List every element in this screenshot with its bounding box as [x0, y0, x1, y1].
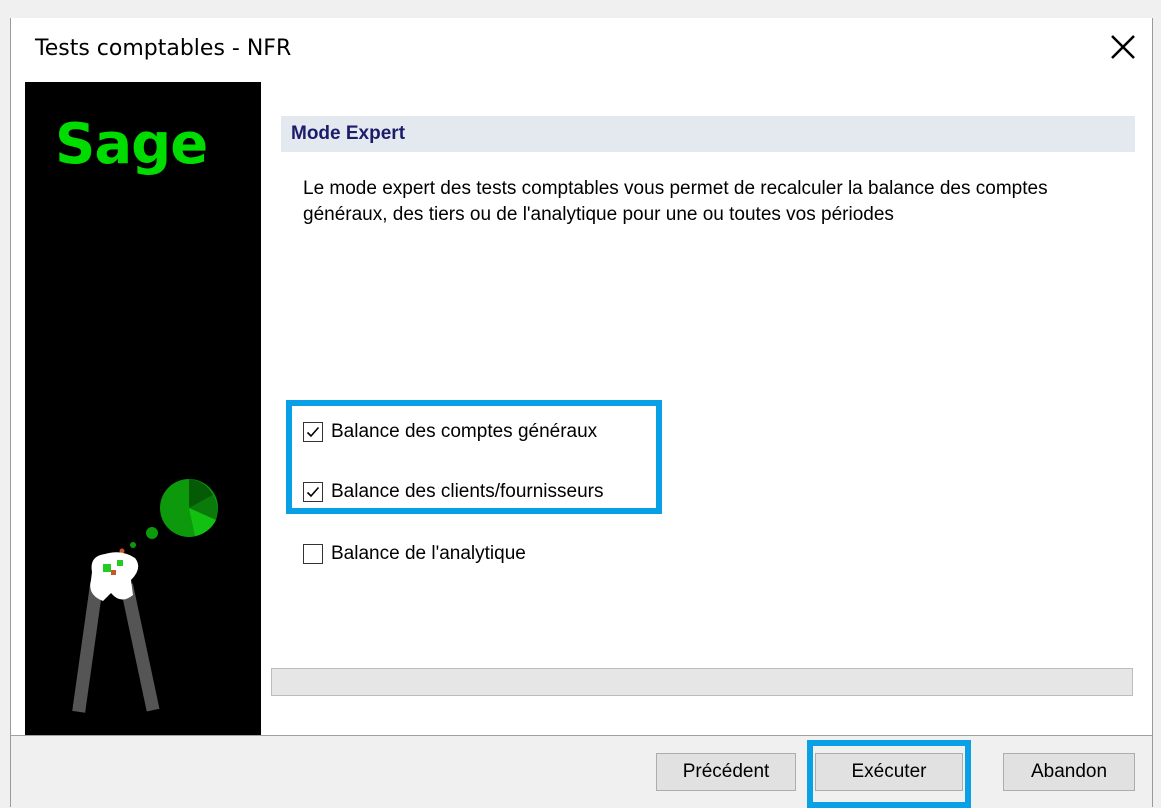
section-description: Le mode expert des tests comptables vous… — [303, 178, 1048, 225]
cancel-button[interactable]: Abandon — [1003, 753, 1135, 791]
execute-button[interactable]: Exécuter — [815, 753, 963, 791]
checkbox[interactable] — [303, 544, 323, 564]
check-icon — [306, 486, 320, 498]
checkbox-label: Balance des comptes généraux — [331, 421, 598, 442]
checkbox[interactable] — [303, 422, 323, 442]
checkbox-label: Balance des clients/fournisseurs — [331, 481, 604, 502]
sage-logo: Sage — [55, 112, 208, 177]
previous-button[interactable]: Précédent — [656, 753, 796, 791]
checkbox-label: Balance de l'analytique — [331, 543, 526, 564]
main-content: Mode Expert Le mode expert des tests com… — [261, 82, 1154, 735]
section-header: Mode Expert — [281, 116, 1135, 152]
progress-bar — [271, 668, 1133, 696]
close-button[interactable] — [1094, 18, 1152, 80]
title-bar[interactable]: Tests comptables - NFR — [11, 18, 1152, 82]
dialog-window: Tests comptables - NFR Sage Mode Expert … — [10, 18, 1154, 808]
window-title: Tests comptables - NFR — [35, 36, 292, 61]
button-bar: Précédent Exécuter Abandon — [11, 735, 1152, 808]
close-icon — [1111, 35, 1135, 59]
check-icon — [306, 426, 320, 438]
sidebar-panel: Sage — [25, 82, 261, 735]
section-title: Mode Expert — [291, 123, 406, 144]
checkbox[interactable] — [303, 482, 323, 502]
person-thinking-illustration — [72, 479, 218, 713]
